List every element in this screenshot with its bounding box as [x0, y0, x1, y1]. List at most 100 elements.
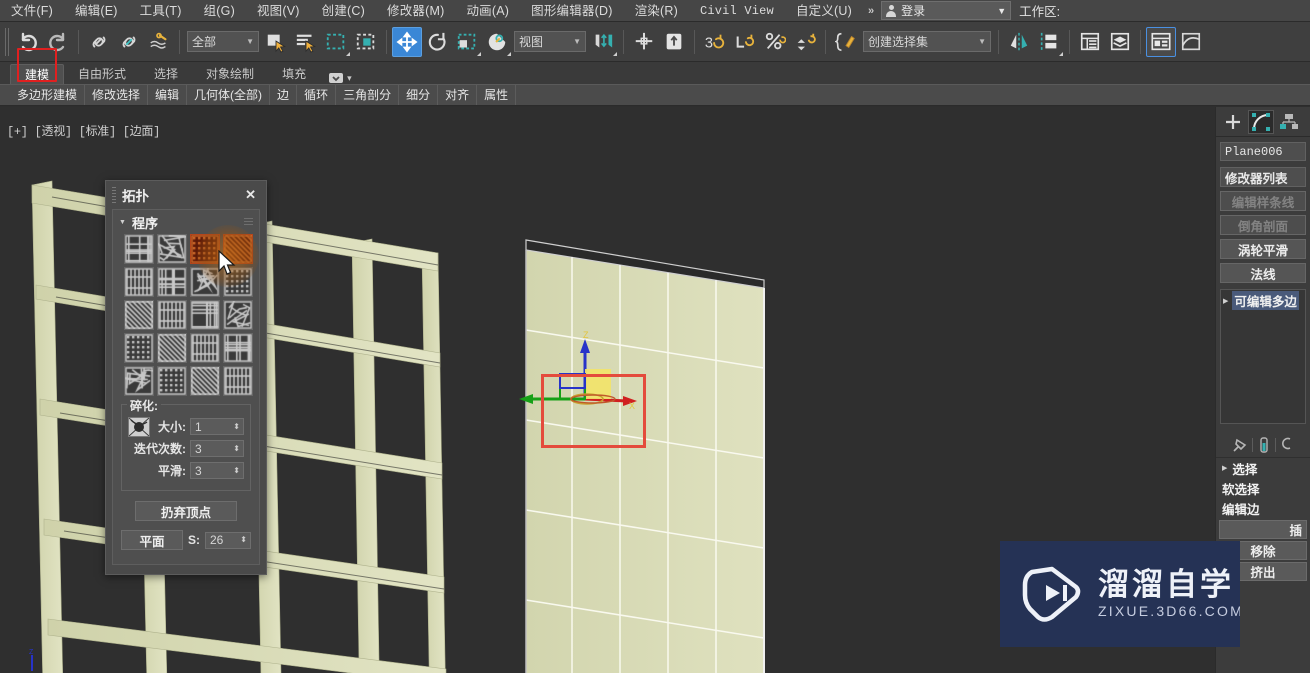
smooth-spinner[interactable]: 3 ⬍	[190, 462, 244, 479]
modifier-stack-list[interactable]: ▶ 可编辑多边	[1220, 289, 1306, 424]
stack-item-editable-poly[interactable]: ▶ 可编辑多边	[1223, 291, 1303, 310]
select-and-place-button[interactable]	[482, 27, 512, 57]
login-dropdown[interactable]: 登录 ▼	[881, 1, 1012, 20]
transform-gizmo[interactable]: Z X	[515, 329, 645, 439]
topology-pattern-6[interactable]	[190, 267, 220, 297]
topology-pattern-15[interactable]	[223, 333, 253, 363]
ribbon-panel-geometry-all[interactable]: 几何体(全部)	[187, 85, 271, 105]
ribbon-panel-align[interactable]: 对齐	[438, 85, 478, 105]
stack-button-bevel-profile[interactable]: 倒角剖面	[1220, 215, 1306, 235]
bind-to-space-warp-icon[interactable]	[144, 27, 174, 57]
menu-item-rendering[interactable]: 渲染(R)	[624, 0, 689, 22]
insert-button[interactable]: 插	[1219, 520, 1307, 539]
iterations-spinner[interactable]: 3 ⬍	[190, 440, 244, 457]
topology-pattern-5[interactable]	[157, 267, 187, 297]
select-by-name-button[interactable]	[291, 27, 321, 57]
spinner-arrows-icon[interactable]: ⬍	[233, 422, 243, 431]
spinner-arrows-icon[interactable]: ⬍	[233, 466, 243, 475]
toolbar-grip[interactable]	[5, 27, 10, 56]
viewport-label[interactable]: [+] [透视] [标准] [边面]	[7, 122, 160, 139]
layer-explorer-button[interactable]	[1075, 27, 1105, 57]
menu-item-civil-view[interactable]: Civil View	[689, 0, 785, 22]
stack-button-edit-spline[interactable]: 编辑样条线	[1220, 191, 1306, 211]
edit-named-selection-sets-button[interactable]	[831, 27, 861, 57]
s-spinner[interactable]: 26 ⬍	[205, 531, 251, 549]
topology-dialog[interactable]: 拓扑 ✕ ▼ 程序 碎化: 大小: 1 ⬍ 迭代次数: 3 ⬍ 平滑: 3 ⬍ …	[105, 180, 267, 575]
topology-pattern-14[interactable]	[190, 333, 220, 363]
ribbon-panel-modify-selection[interactable]: 修改选择	[85, 85, 149, 105]
align-button[interactable]	[1034, 27, 1064, 57]
topology-pattern-16[interactable]	[124, 366, 154, 396]
ribbon-panel-properties[interactable]: 属性	[477, 85, 517, 105]
pin-stack-icon[interactable]	[1232, 437, 1248, 453]
menu-item-views[interactable]: 视图(V)	[246, 0, 311, 22]
unlink-selection-icon[interactable]	[114, 27, 144, 57]
menu-item-group[interactable]: 组(G)	[193, 0, 246, 22]
ribbon-tab-modeling[interactable]: 建模	[10, 64, 65, 84]
ribbon-minimize-dropdown[interactable]: ▾	[320, 72, 360, 84]
scene-explorer-button[interactable]	[1105, 27, 1135, 57]
ribbon-tab-selection[interactable]: 选择	[140, 64, 192, 84]
triangle-right-icon[interactable]: ▶	[1223, 297, 1228, 305]
topology-pattern-13[interactable]	[157, 333, 187, 363]
select-and-scale-button[interactable]	[452, 27, 482, 57]
stack-button-turbosmooth[interactable]: 涡轮平滑	[1220, 239, 1306, 259]
menu-item-animation[interactable]: 动画(A)	[455, 0, 520, 22]
topology-pattern-grid[interactable]	[113, 234, 259, 396]
topology-pattern-7[interactable]	[223, 267, 253, 297]
create-tab[interactable]	[1220, 110, 1246, 134]
close-icon[interactable]: ✕	[241, 187, 260, 203]
topology-pattern-3[interactable]	[223, 234, 253, 264]
make-unique-icon[interactable]	[1280, 437, 1294, 453]
ribbon-panel-edit[interactable]: 编辑	[148, 85, 188, 105]
ribbon-panel-edge[interactable]: 边	[270, 85, 298, 105]
menu-item-modifiers[interactable]: 修改器(M)	[376, 0, 455, 22]
mirror-button[interactable]	[1004, 27, 1034, 57]
spinner-snap-toggle-button[interactable]	[730, 27, 760, 57]
topology-pattern-4[interactable]	[124, 267, 154, 297]
procedural-rollout-header[interactable]: ▼ 程序	[113, 210, 259, 234]
topology-pattern-1[interactable]	[157, 234, 187, 264]
modify-tab[interactable]	[1248, 109, 1274, 134]
isolate-selection-button[interactable]	[659, 27, 689, 57]
use-pivot-point-center-button[interactable]	[588, 27, 618, 57]
workspace-label[interactable]: 工作区:	[1011, 1, 1068, 20]
topology-pattern-17[interactable]	[157, 366, 187, 396]
undo-button[interactable]	[13, 27, 43, 57]
topology-pattern-2[interactable]	[190, 234, 220, 264]
rectangular-selection-region-button[interactable]	[321, 27, 351, 57]
hierarchy-tab[interactable]	[1276, 110, 1302, 134]
select-and-move-button[interactable]	[392, 26, 422, 57]
show-end-result-icon[interactable]	[1257, 436, 1271, 453]
menu-item-graph-editors[interactable]: 图形编辑器(D)	[520, 0, 623, 22]
ribbon-panel-triangulation[interactable]: 三角剖分	[336, 85, 400, 105]
rollout-soft-selection[interactable]: 软选择	[1216, 478, 1310, 498]
topology-pattern-10[interactable]	[190, 300, 220, 330]
modifier-list-dropdown[interactable]: 修改器列表	[1220, 167, 1306, 187]
delete-vertices-button[interactable]: 扔弃顶点	[135, 501, 237, 521]
topology-pattern-0[interactable]	[124, 234, 154, 264]
topology-pattern-19[interactable]	[223, 366, 253, 396]
topology-pattern-11[interactable]	[223, 300, 253, 330]
snaps-toggle-button[interactable]	[629, 27, 659, 57]
menu-item-create[interactable]: 创建(C)	[311, 0, 376, 22]
window-crossing-toggle-button[interactable]	[351, 27, 381, 57]
menu-overflow-chevron[interactable]: »	[863, 5, 879, 17]
select-and-rotate-button[interactable]	[422, 27, 452, 57]
planar-button[interactable]: 平面	[121, 530, 183, 550]
ribbon-tab-object-paint[interactable]: 对象绘制	[192, 64, 268, 84]
selection-filter-dropdown[interactable]: 全部 ▼	[187, 31, 259, 52]
toggle-scene-explorer-button[interactable]	[1146, 26, 1176, 57]
dialog-grip[interactable]	[112, 187, 116, 203]
topology-pattern-8[interactable]	[124, 300, 154, 330]
ribbon-panel-polygon-modeling[interactable]: 多边形建模	[10, 85, 86, 105]
ribbon-panel-loops[interactable]: 循环	[297, 85, 337, 105]
topology-pattern-9[interactable]	[157, 300, 187, 330]
size-spinner[interactable]: 1 ⬍	[190, 418, 244, 435]
redo-button[interactable]	[43, 27, 73, 57]
rollout-edit-edges[interactable]: 编辑边	[1216, 498, 1310, 518]
curve-editor-button[interactable]	[1176, 27, 1206, 57]
ribbon-tab-populate[interactable]: 填充	[268, 64, 320, 84]
spinner-snap-arrows-button[interactable]	[790, 27, 820, 57]
reference-coordinate-system-dropdown[interactable]: 视图 ▼	[514, 31, 586, 52]
